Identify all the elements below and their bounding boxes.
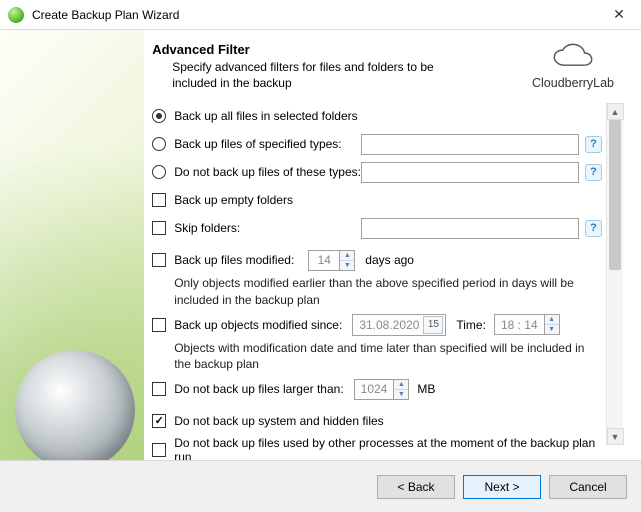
radio-include-types-label: Back up files of specified types:: [174, 137, 341, 151]
not-larger-unit: MB: [417, 382, 435, 396]
checkbox-empty-folders[interactable]: [152, 193, 166, 207]
wizard-main: Advanced Filter Specify advanced filters…: [144, 30, 641, 460]
scroll-track[interactable]: [607, 120, 623, 428]
brand-name: CloudberryLab: [532, 76, 614, 90]
modified-since-date[interactable]: 31.08.2020 15: [352, 314, 446, 336]
checkbox-not-larger-label: Do not back up files larger than:: [174, 382, 343, 396]
calendar-icon[interactable]: 15: [423, 316, 443, 334]
not-larger-spinner[interactable]: 1024 ▲ ▼: [354, 379, 410, 400]
spinner-up-icon[interactable]: ▲: [545, 315, 559, 324]
close-icon: ✕: [613, 6, 625, 23]
modified-days-spinner[interactable]: 14 ▲ ▼: [308, 250, 355, 271]
scroll-down-button[interactable]: ▼: [607, 428, 624, 445]
radio-backup-all-label: Back up all files in selected folders: [174, 109, 357, 123]
radio-include-types[interactable]: [152, 137, 166, 151]
checkbox-modified-since-label: Back up objects modified since:: [174, 318, 342, 332]
scroll-thumb[interactable]: [609, 120, 621, 270]
radio-exclude-types[interactable]: [152, 165, 166, 179]
modified-since-date-value: 31.08.2020: [359, 318, 419, 332]
not-larger-value: 1024: [355, 380, 394, 399]
vertical-scrollbar[interactable]: ▲ ▼: [606, 103, 623, 445]
cancel-button[interactable]: Cancel: [549, 475, 627, 499]
page-title: Advanced Filter: [152, 42, 523, 57]
modified-since-time-value: 18 : 14: [495, 315, 544, 334]
checkbox-modified-since[interactable]: [152, 318, 166, 332]
help-skip-folders[interactable]: ?: [585, 220, 602, 237]
cloud-icon: [550, 42, 596, 74]
modified-days-value: 14: [309, 251, 339, 270]
close-button[interactable]: ✕: [597, 0, 641, 30]
modified-since-time-spinner[interactable]: 18 : 14 ▲ ▼: [494, 314, 560, 335]
next-button[interactable]: Next >: [463, 475, 541, 499]
modified-days-suffix: days ago: [365, 253, 414, 267]
back-button[interactable]: < Back: [377, 475, 455, 499]
checkbox-skip-locked[interactable]: [152, 443, 166, 457]
radio-exclude-types-label: Do not back up files of these types:: [174, 165, 361, 179]
app-icon: [8, 7, 24, 23]
brand-logo: CloudberryLab: [523, 42, 623, 90]
checkbox-modified-days-label: Back up files modified:: [174, 253, 294, 267]
spinner-up-icon[interactable]: ▲: [340, 251, 354, 260]
window-title: Create Backup Plan Wizard: [32, 8, 597, 22]
time-label: Time:: [456, 318, 486, 332]
spinner-down-icon[interactable]: ▼: [394, 389, 408, 399]
options-panel: Back up all files in selected folders Ba…: [152, 103, 606, 445]
page-subtitle: Specify advanced filters for files and f…: [172, 59, 452, 91]
checkbox-skip-system[interactable]: [152, 414, 166, 428]
help-exclude-types[interactable]: ?: [585, 164, 602, 181]
spinner-down-icon[interactable]: ▼: [545, 324, 559, 334]
title-bar: Create Backup Plan Wizard ✕: [0, 0, 641, 30]
scroll-up-button[interactable]: ▲: [607, 103, 624, 120]
spinner-down-icon[interactable]: ▼: [340, 260, 354, 270]
chevron-down-icon: ▼: [611, 432, 620, 442]
checkbox-empty-folders-label: Back up empty folders: [174, 193, 293, 207]
spinner-up-icon[interactable]: ▲: [394, 380, 408, 389]
include-types-input[interactable]: [361, 134, 579, 155]
checkbox-modified-days[interactable]: [152, 253, 166, 267]
help-include-types[interactable]: ?: [585, 136, 602, 153]
wizard-sidebar: [0, 30, 144, 460]
skip-folders-input[interactable]: [361, 218, 579, 239]
radio-backup-all[interactable]: [152, 109, 166, 123]
exclude-types-input[interactable]: [361, 162, 579, 183]
checkbox-skip-system-label: Do not back up system and hidden files: [174, 414, 383, 428]
checkbox-skip-folders[interactable]: [152, 221, 166, 235]
wizard-footer: < Back Next > Cancel: [0, 460, 641, 512]
hint-modified-since: Objects with modification date and time …: [174, 340, 602, 372]
checkbox-not-larger[interactable]: [152, 382, 166, 396]
chevron-up-icon: ▲: [611, 107, 620, 117]
hint-modified-days: Only objects modified earlier than the a…: [174, 275, 602, 307]
checkbox-skip-folders-label: Skip folders:: [174, 221, 240, 235]
